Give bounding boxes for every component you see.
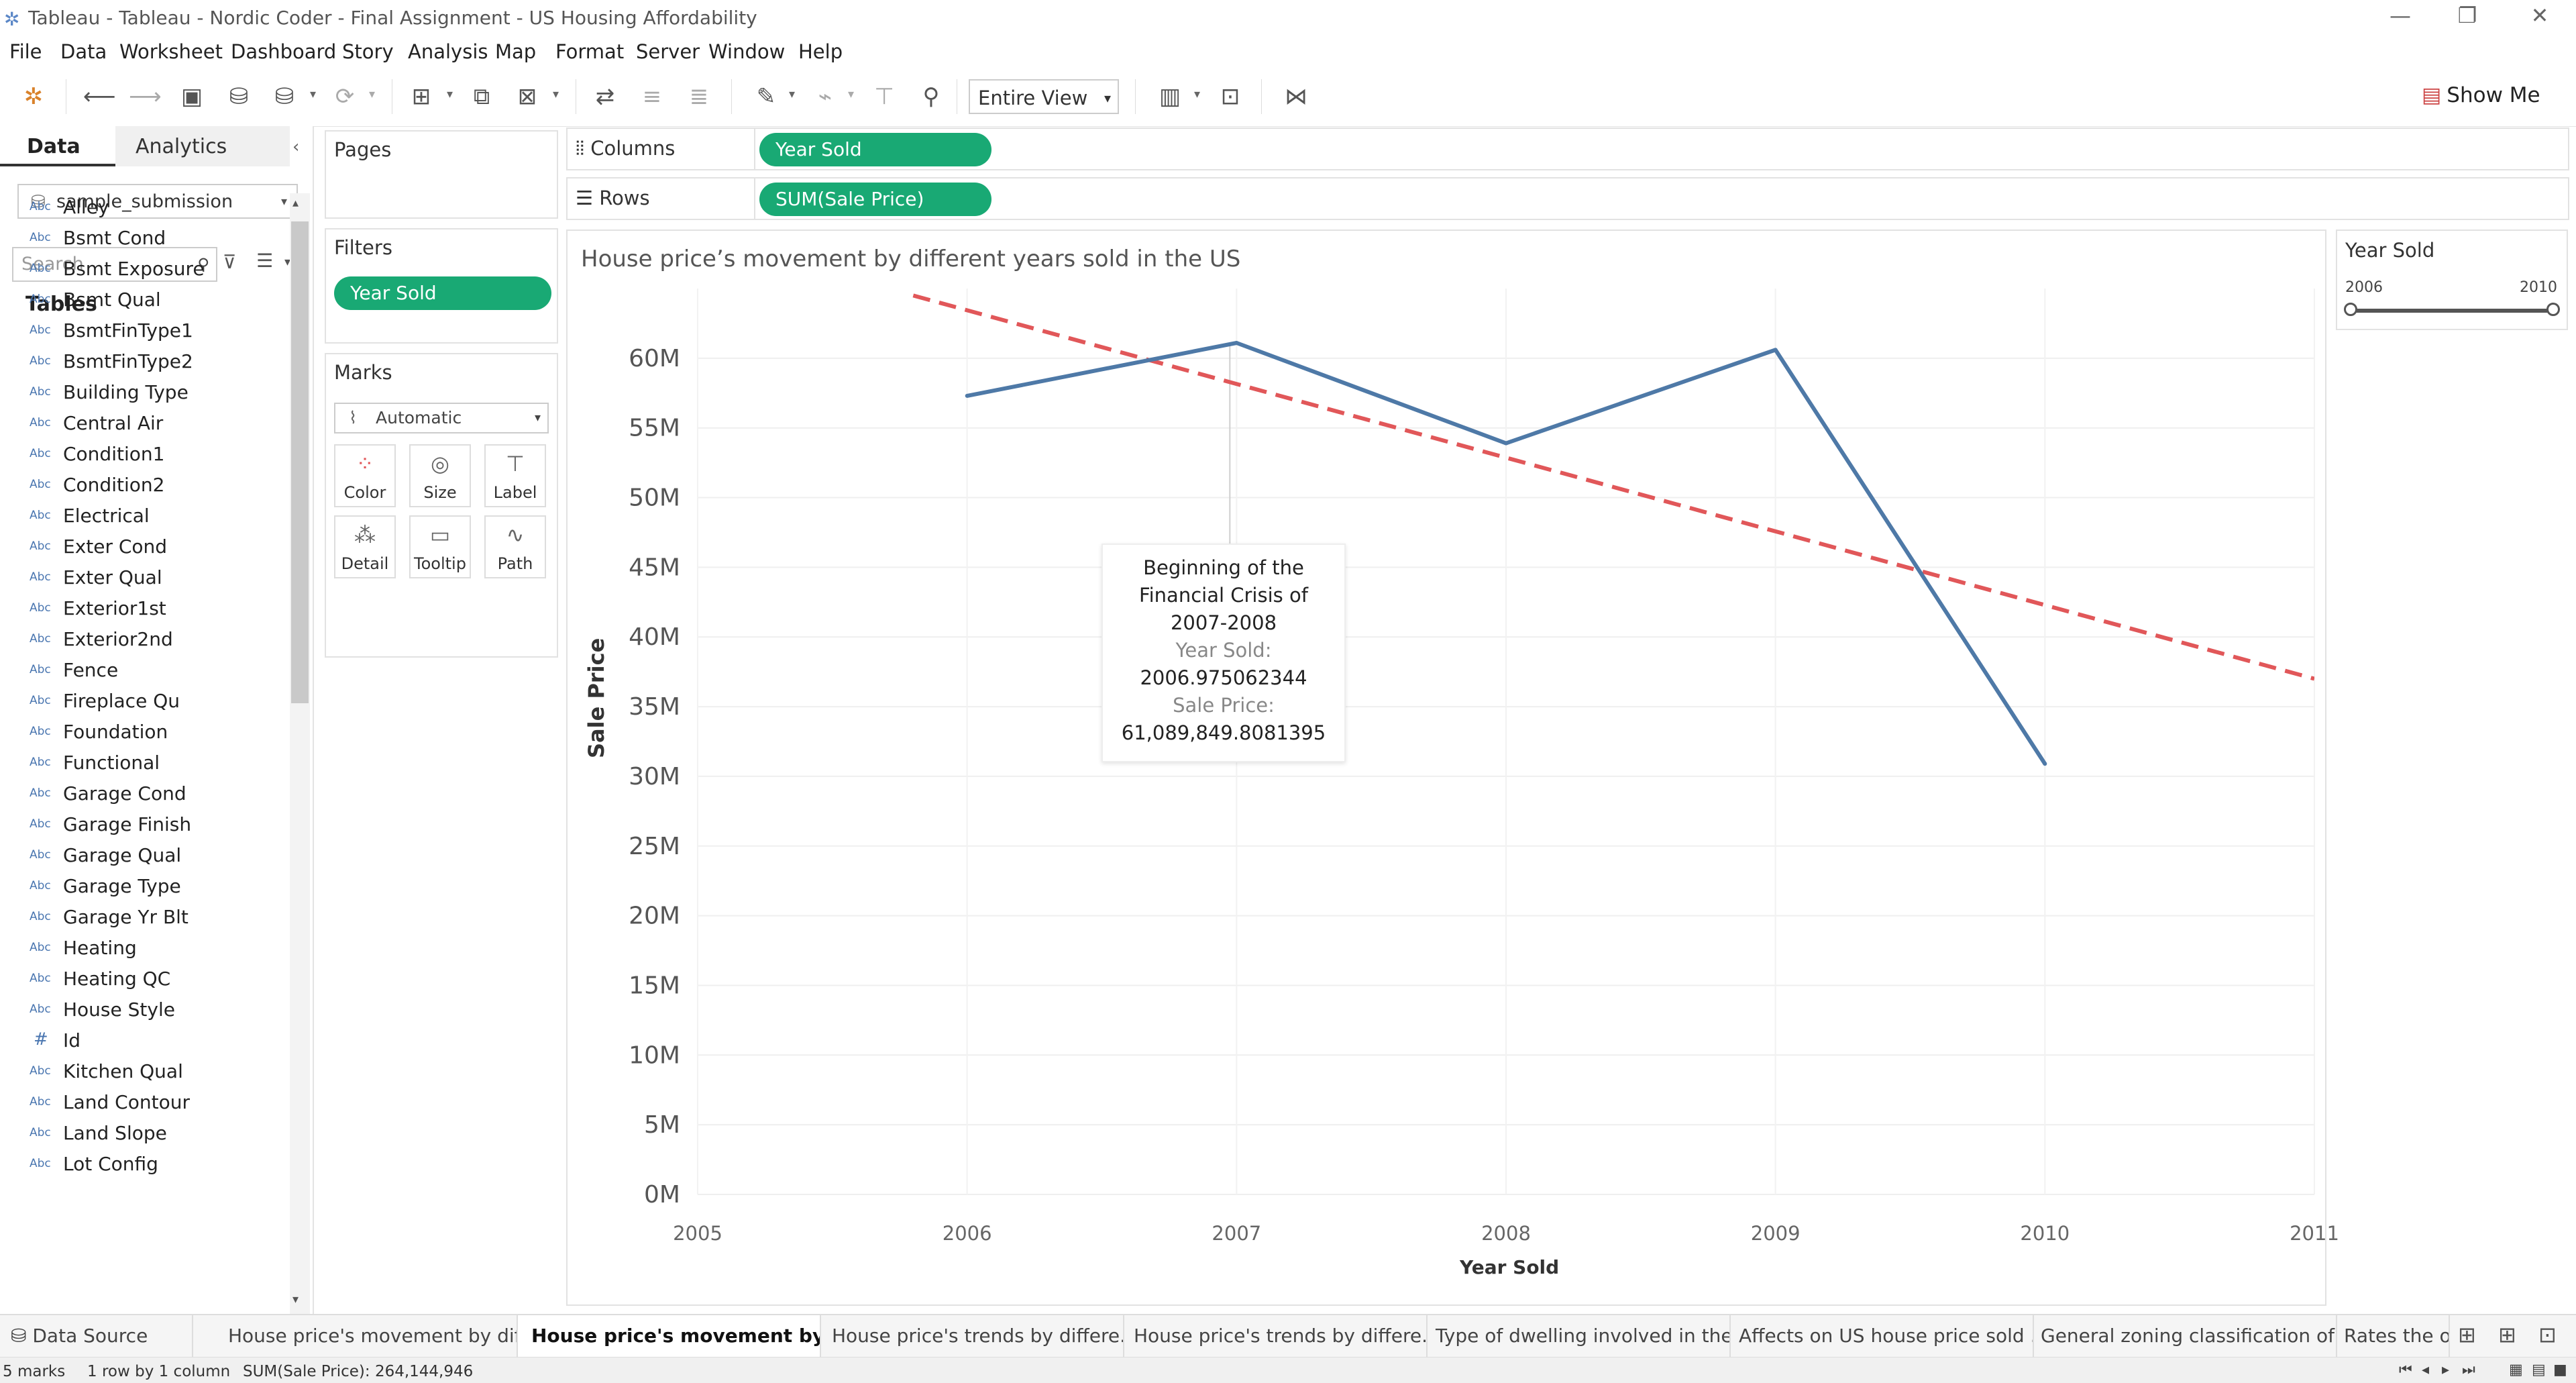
prev-sheet-icon[interactable]: ◂ [2422, 1362, 2429, 1378]
sheet-tab[interactable]: Type of dwelling involved in the ... [1428, 1315, 1731, 1357]
x-tick-label: 2008 [1481, 1222, 1531, 1245]
y-tick-label: 10M [629, 1041, 680, 1069]
x-axis-label: Year Sold [1460, 1256, 1560, 1278]
sheet-tab[interactable]: Rates the ov [2337, 1315, 2450, 1357]
x-tick-label: 2010 [2020, 1222, 2070, 1245]
first-sheet-icon[interactable]: ⏮ [2399, 1362, 2412, 1378]
y-tick-label: 20M [629, 903, 680, 930]
year-sold-slider-track[interactable] [2349, 309, 2555, 313]
year-sold-max: 2010 [2520, 279, 2557, 296]
y-tick-label: 40M [629, 623, 680, 651]
y-tick-label: 35M [629, 693, 680, 721]
year-sold-min: 2006 [2345, 279, 2383, 296]
y-tick-label: 15M [629, 972, 680, 999]
datasource-icon: ⛁ [11, 1325, 33, 1347]
status-bar: 5 marks 1 row by 1 column SUM(Sale Price… [0, 1357, 2576, 1383]
year-sold-filter-title: Year Sold [2345, 239, 2435, 262]
tab-label: Data Source [32, 1325, 148, 1347]
annotation-title-line: 2007-2008 [1170, 611, 1277, 634]
y-tick-label: 45M [629, 554, 680, 581]
annotation-price-label: Sale Price: [1173, 694, 1275, 717]
y-tick-label: 50M [629, 484, 680, 512]
y-tick-label: 5M [644, 1111, 680, 1139]
x-tick-label: 2007 [1212, 1222, 1261, 1245]
sheet-tab-bar: ⛁ Data Source House price's movement by … [0, 1314, 2576, 1358]
tooltip-annotation: Beginning of the Financial Crisis of 200… [1102, 544, 1346, 762]
x-tick-label: 2006 [943, 1222, 992, 1245]
last-sheet-icon[interactable]: ⏭ [2462, 1362, 2475, 1378]
data-point [965, 393, 969, 398]
show-sheet-sorter-icon[interactable]: ■ [2553, 1362, 2567, 1378]
x-tick-label: 2009 [1751, 1222, 1801, 1245]
data-point [1504, 441, 1508, 446]
y-tick-label: 25M [629, 833, 680, 860]
year-sold-filter-card: Year Sold 2006 2010 [2336, 229, 2568, 330]
show-tabs-icon[interactable]: ▤ [2532, 1362, 2546, 1378]
sheet-tab[interactable]: Affects on US house price sold ... [1731, 1315, 2034, 1357]
x-tick-label: 2011 [2290, 1222, 2339, 1245]
y-tick-label: 30M [629, 763, 680, 790]
new-story-icon[interactable]: ⊡ [2538, 1322, 2557, 1347]
year-sold-slider-min-handle[interactable] [2344, 303, 2357, 316]
show-filmstrip-icon[interactable]: ▦ [2509, 1362, 2523, 1378]
annotation-title-line: Beginning of the [1143, 556, 1304, 579]
annotation-title-line: Financial Crisis of [1139, 584, 1308, 607]
sheet-tab-active[interactable]: House price's movement by di... [518, 1315, 821, 1357]
x-tick-label: 2005 [673, 1222, 722, 1245]
y-axis-label: Sale Price [584, 637, 609, 758]
data-point [1234, 341, 1239, 345]
y-tick-label: 60M [629, 345, 680, 372]
annotation-year-value: 2006.975062344 [1140, 666, 1307, 689]
status-sum: SUM(Sale Price): 264,144,946 [243, 1363, 474, 1380]
annotation-year-label: Year Sold: [1175, 639, 1272, 662]
data-point [2043, 762, 2047, 766]
y-tick-label: 0M [644, 1181, 680, 1209]
data-point [1773, 348, 1778, 352]
year-sold-slider-max-handle[interactable] [2546, 303, 2560, 316]
tab-data-source[interactable]: ⛁ Data Source [0, 1315, 193, 1357]
sheet-tab[interactable]: House price's movement by dif... [193, 1315, 518, 1357]
new-dashboard-icon[interactable]: ⊞ [2498, 1322, 2516, 1347]
sheet-tab[interactable]: House price's trends by differe... [1124, 1315, 1428, 1357]
sheet-tab[interactable]: House price's trends by differe... [821, 1315, 1124, 1357]
new-worksheet-icon[interactable]: ⊞ [2458, 1322, 2476, 1347]
status-marks: 5 marks [3, 1363, 66, 1380]
status-rows-cols: 1 row by 1 column [87, 1363, 231, 1380]
next-sheet-icon[interactable]: ▸ [2442, 1362, 2449, 1378]
y-tick-label: 55M [629, 415, 680, 442]
annotation-price-value: 61,089,849.8081395 [1121, 721, 1326, 744]
sheet-tab[interactable]: General zoning classification of ... [2034, 1315, 2337, 1357]
